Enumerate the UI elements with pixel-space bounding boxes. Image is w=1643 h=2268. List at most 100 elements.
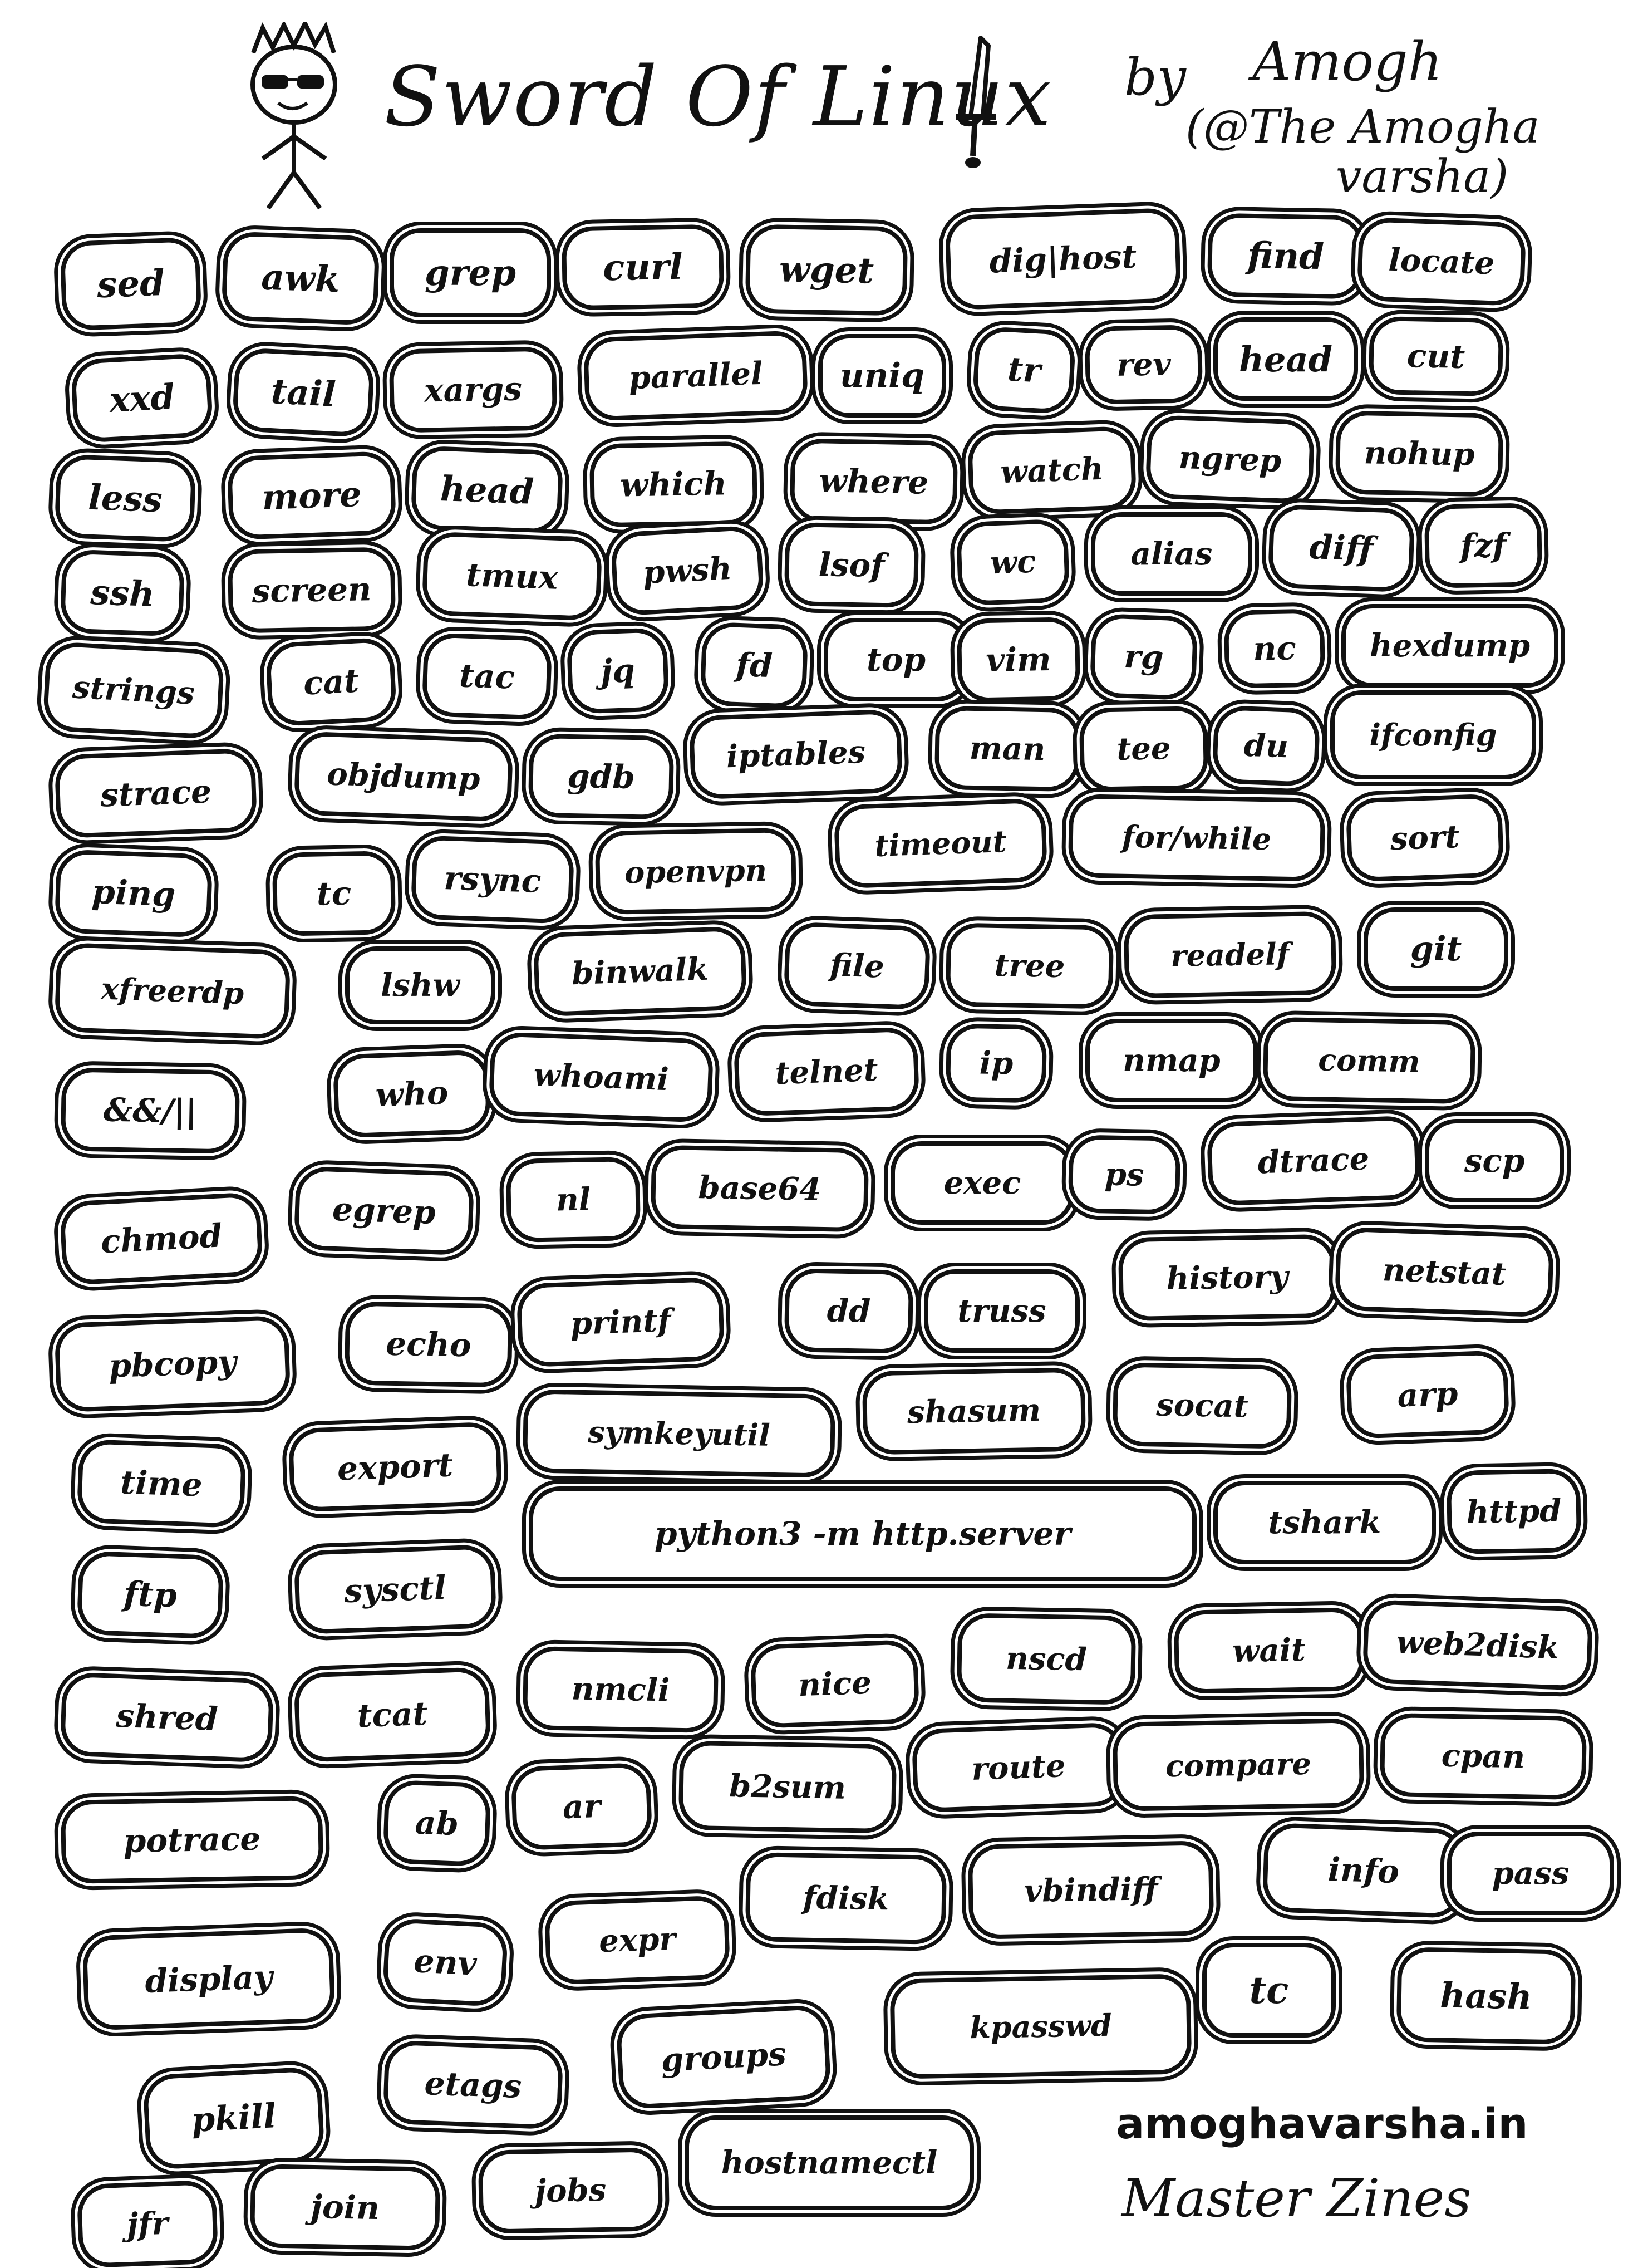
command-cloud: exec xyxy=(891,1141,1074,1225)
command-cloud: pwsh xyxy=(610,525,765,616)
command-cloud: wait xyxy=(1173,1607,1365,1694)
command-cloud: tc xyxy=(1202,1943,1336,2038)
command-cloud: strings xyxy=(42,641,225,740)
command-cloud: rg xyxy=(1089,613,1198,701)
command-cloud: rev xyxy=(1084,325,1203,405)
command-cloud: sort xyxy=(1345,793,1504,882)
command-cloud: wc xyxy=(956,518,1070,606)
command-cloud: sed xyxy=(60,237,202,331)
command-cloud: sysctl xyxy=(293,1544,497,1635)
command-cloud: arp xyxy=(1345,1349,1510,1440)
command-cloud: xxd xyxy=(70,352,214,444)
command-cloud: tail xyxy=(232,347,375,438)
command-cloud: gdb xyxy=(528,733,675,820)
command-cloud: potrace xyxy=(60,1795,324,1884)
command-cloud: man xyxy=(934,705,1081,792)
command-cloud: pkill xyxy=(142,2066,326,2171)
command-cloud: screen xyxy=(227,547,396,634)
command-cloud: jobs xyxy=(478,2147,663,2234)
command-cloud: join xyxy=(249,2164,441,2251)
command-cloud: watch xyxy=(967,425,1137,516)
command-cloud: diff xyxy=(1267,504,1415,593)
command-cloud: tac xyxy=(421,632,553,720)
command-cloud: export xyxy=(288,1421,503,1513)
command-cloud: openvpn xyxy=(594,827,797,915)
command-cloud: find xyxy=(1207,213,1365,300)
command-cloud: pbcopy xyxy=(54,1315,291,1413)
command-cloud: grep xyxy=(390,228,551,317)
command-cloud: more xyxy=(227,450,397,541)
command-cloud: head xyxy=(1213,317,1358,401)
command-cloud: fzf xyxy=(1424,503,1543,588)
command-cloud: echo xyxy=(344,1301,513,1388)
command-cloud: readelf xyxy=(1123,911,1337,999)
command-cloud: tree xyxy=(945,922,1114,1009)
command-cloud: less xyxy=(54,454,196,543)
command-cloud: tc xyxy=(272,851,396,936)
handle-line-2: varsha) xyxy=(1336,150,1509,203)
command-cloud: objdump xyxy=(293,731,514,822)
command-cloud: tr xyxy=(972,326,1076,415)
command-cloud: wget xyxy=(745,224,908,316)
author-name: Amogh xyxy=(1252,31,1443,93)
command-cloud: hash xyxy=(1396,1947,1576,2045)
command-cloud: etags xyxy=(382,2040,564,2130)
command-cloud: history xyxy=(1118,1234,1337,1322)
command-cloud: info xyxy=(1262,1822,1465,1919)
stick-figure-icon xyxy=(250,22,337,210)
command-cloud: jq xyxy=(566,627,670,715)
website-link[interactable]: amoghavarsha.in xyxy=(1116,2099,1528,2148)
command-cloud: ssh xyxy=(60,549,185,637)
command-cloud: lshw xyxy=(345,946,495,1024)
command-cloud: rsync xyxy=(410,834,575,925)
command-cloud: strace xyxy=(54,748,258,839)
command-cloud: scp xyxy=(1425,1119,1564,1202)
command-cloud: time xyxy=(76,1439,247,1529)
command-cloud: file xyxy=(783,921,931,1010)
command-cloud: parallel xyxy=(583,330,809,421)
command-cloud: top xyxy=(824,618,968,701)
command-cloud: vim xyxy=(956,617,1081,703)
command-cloud: telnet xyxy=(733,1027,920,1117)
command-cloud: nl xyxy=(505,1156,641,1243)
command-cloud: symkeyutil xyxy=(522,1389,836,1478)
command-cloud: expr xyxy=(544,1895,731,1985)
command-cloud: du xyxy=(1212,705,1321,787)
command-cloud: fdisk xyxy=(745,1852,947,1945)
command-cloud: shasum xyxy=(862,1367,1086,1455)
command-cloud: binwalk xyxy=(533,926,747,1017)
command-cloud: ping xyxy=(54,849,213,938)
command-cloud: printf xyxy=(516,1277,725,1368)
command-cloud: awk xyxy=(221,231,380,326)
command-cloud: ar xyxy=(510,1762,653,1851)
command-cloud: whoami xyxy=(488,1032,714,1123)
command-cloud: nscd xyxy=(956,1613,1137,1705)
command-cloud: which xyxy=(589,441,758,528)
command-cloud: kpasswd xyxy=(889,1974,1192,2079)
byline-label: by xyxy=(1124,47,1186,107)
command-cloud: tcat xyxy=(293,1666,491,1763)
command-cloud: xfreerdp xyxy=(54,942,291,1040)
command-cloud: locate xyxy=(1356,217,1527,307)
command-cloud: lsof xyxy=(784,522,919,608)
command-cloud: ftp xyxy=(76,1550,224,1639)
author-handle: (@The Amogha varsha) xyxy=(1185,101,1608,203)
command-cloud: base64 xyxy=(650,1145,869,1233)
command-cloud: netstat xyxy=(1334,1226,1555,1318)
command-cloud: who xyxy=(332,1049,491,1138)
command-cloud: curl xyxy=(561,224,725,311)
series-name: Master Zines xyxy=(1121,2168,1472,2229)
command-cloud: pass xyxy=(1447,1832,1614,1915)
command-cloud: web2disk xyxy=(1362,1599,1593,1691)
command-cloud: chmod xyxy=(59,1191,264,1286)
command-cloud: iptables xyxy=(688,709,903,800)
command-cloud: vbindiff xyxy=(967,1840,1214,1940)
command-cloud: nmap xyxy=(1085,1019,1258,1102)
command-cloud: dd xyxy=(784,1268,914,1354)
command-cloud: alias xyxy=(1091,512,1252,596)
command-cloud: &&/|| xyxy=(60,1067,240,1154)
command-cloud: compare xyxy=(1112,1718,1365,1812)
handle-line-1: (@The Amogha xyxy=(1185,101,1540,154)
command-cloud: tmux xyxy=(421,531,603,621)
command-cloud: nmcli xyxy=(522,1646,719,1734)
